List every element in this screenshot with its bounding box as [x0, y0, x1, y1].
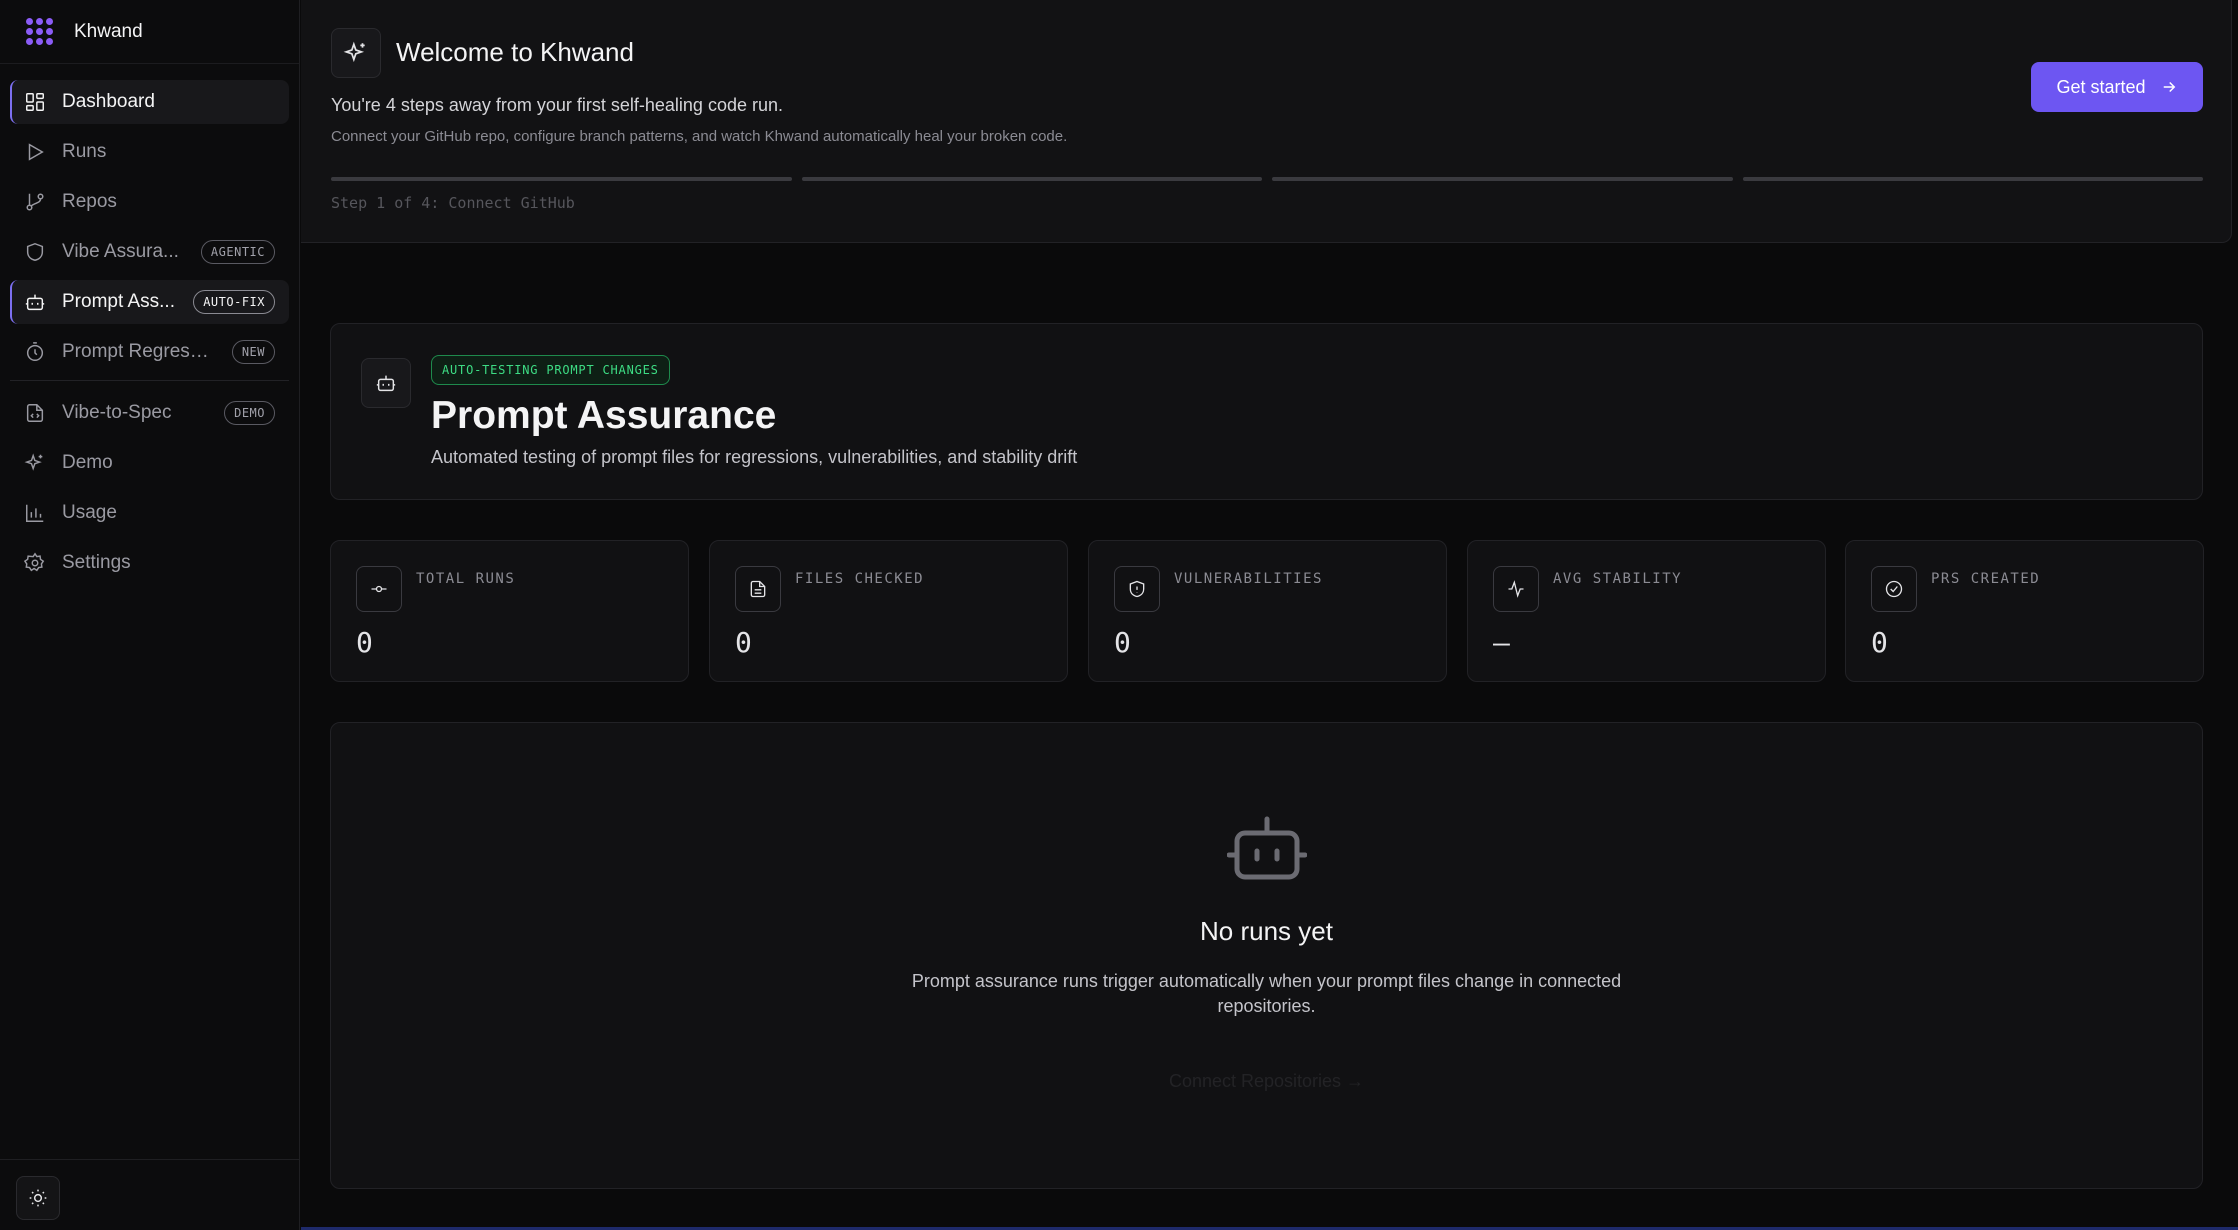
runs-empty-state: No runs yet Prompt assurance runs trigge… — [330, 722, 2203, 1189]
sidebar-item-label: Prompt Regressi... — [62, 341, 212, 362]
empty-description: Prompt assurance runs trigger automatica… — [911, 971, 1622, 1016]
activity-icon — [1493, 566, 1539, 612]
stat-card-files-checked: FILES CHECKED 0 — [709, 540, 1068, 682]
dashboard-icon — [24, 91, 46, 113]
auto-testing-tag: AUTO-TESTING PROMPT CHANGES — [431, 355, 670, 385]
sidebar: Khwand Dashboard Runs Repos Vibe Assura.… — [0, 0, 300, 1230]
sparkles-icon — [331, 28, 381, 78]
stat-value: 0 — [1114, 626, 1131, 659]
sidebar-item-label: Vibe-to-Spec — [62, 402, 172, 423]
bot-icon — [361, 358, 411, 408]
progress-step — [1272, 177, 1733, 181]
sidebar-item-label: Vibe Assura... — [62, 241, 179, 262]
sidebar-item-runs[interactable]: Runs — [10, 130, 289, 174]
page-description: Automated testing of prompt files for re… — [431, 447, 1078, 467]
page-title: Prompt Assurance — [431, 394, 777, 437]
stat-value: 0 — [735, 626, 752, 659]
auto-fix-badge: AUTO-FIX — [193, 290, 275, 314]
stat-label: AVG STABILITY — [1553, 571, 1683, 587]
stat-label: FILES CHECKED — [795, 571, 925, 587]
stat-label: TOTAL RUNS — [416, 571, 516, 587]
sidebar-item-vibe-assurance[interactable]: Vibe Assura... AGENTIC — [10, 230, 289, 274]
sidebar-item-dashboard[interactable]: Dashboard — [10, 80, 289, 124]
stat-value: 0 — [356, 626, 373, 659]
sidebar-item-label: Runs — [62, 141, 107, 162]
welcome-description: Connect your GitHub repo, configure bran… — [331, 128, 1068, 145]
connect-repositories-link[interactable]: Connect Repositories → — [331, 1071, 2202, 1092]
timer-icon — [24, 341, 46, 363]
sidebar-item-vibe-to-spec[interactable]: Vibe-to-Spec DEMO — [10, 391, 289, 435]
stat-card-avg-stability: AVG STABILITY — — [1467, 540, 1826, 682]
sparkles-icon — [24, 452, 46, 474]
sidebar-item-repos[interactable]: Repos — [10, 180, 289, 224]
sidebar-item-label: Dashboard — [62, 91, 155, 112]
check-circle-icon — [1871, 566, 1917, 612]
progress-step — [801, 177, 1262, 181]
stat-value: 0 — [1871, 626, 1888, 659]
stat-card-vulnerabilities: VULNERABILITIES 0 — [1088, 540, 1447, 682]
stat-value: — — [1493, 626, 1510, 659]
sidebar-item-label: Repos — [62, 191, 117, 212]
brand-logo-icon — [26, 17, 54, 46]
brand[interactable]: Khwand — [0, 0, 299, 64]
new-badge: NEW — [231, 340, 275, 364]
bot-icon — [24, 291, 46, 313]
prompt-assurance-header: AUTO-TESTING PROMPT CHANGES Prompt Assur… — [330, 323, 2203, 500]
play-icon — [24, 141, 46, 163]
get-started-button[interactable]: Get started — [2031, 62, 2203, 112]
sidebar-item-usage[interactable]: Usage — [10, 491, 289, 535]
file-text-icon — [735, 566, 781, 612]
git-commit-icon — [356, 566, 402, 612]
agentic-badge: AGENTIC — [200, 240, 275, 264]
empty-title: No runs yet — [1200, 916, 1333, 946]
step-label: Step 1 of 4: Connect GitHub — [331, 194, 575, 212]
sidebar-nav: Dashboard Runs Repos Vibe Assura... AGEN… — [0, 64, 299, 585]
sidebar-item-prompt-regression[interactable]: Prompt Regressi... NEW — [10, 330, 289, 374]
sidebar-item-label: Settings — [62, 552, 131, 573]
onboarding-progress — [331, 177, 2203, 181]
sidebar-footer-divider — [0, 1159, 299, 1160]
sidebar-item-label: Demo — [62, 452, 113, 473]
sidebar-item-label: Usage — [62, 502, 117, 523]
stat-label: VULNERABILITIES — [1174, 571, 1323, 587]
sidebar-item-demo[interactable]: Demo — [10, 441, 289, 485]
shield-icon — [24, 241, 46, 263]
progress-step — [331, 177, 792, 181]
gear-icon — [23, 552, 46, 574]
welcome-banner: Welcome to Khwand You're 4 steps away fr… — [301, 0, 2232, 243]
progress-step — [1742, 177, 2203, 181]
brand-name: Khwand — [74, 20, 143, 42]
file-code-icon — [24, 402, 46, 424]
stat-card-total-runs: TOTAL RUNS 0 — [330, 540, 689, 682]
nav-divider — [10, 380, 289, 381]
stat-card-prs-created: PRS CREATED 0 — [1845, 540, 2204, 682]
welcome-title: Welcome to Khwand — [396, 37, 634, 67]
sidebar-item-settings[interactable]: Settings — [10, 541, 289, 585]
welcome-subtitle: You're 4 steps away from your first self… — [331, 95, 783, 115]
sun-icon — [29, 1189, 47, 1207]
shield-alert-icon — [1114, 566, 1160, 612]
bar-chart-icon — [24, 502, 46, 524]
theme-toggle-button[interactable] — [16, 1176, 60, 1220]
arrow-right-icon — [2163, 81, 2175, 93]
sidebar-item-label: Prompt Ass... — [62, 291, 175, 312]
demo-badge: DEMO — [224, 401, 275, 425]
bot-icon — [1226, 816, 1307, 880]
git-branch-icon — [24, 191, 46, 213]
sidebar-item-prompt-assurance[interactable]: Prompt Ass... AUTO-FIX — [10, 280, 289, 324]
stat-label: PRS CREATED — [1931, 571, 2041, 587]
get-started-label: Get started — [2056, 76, 2146, 97]
